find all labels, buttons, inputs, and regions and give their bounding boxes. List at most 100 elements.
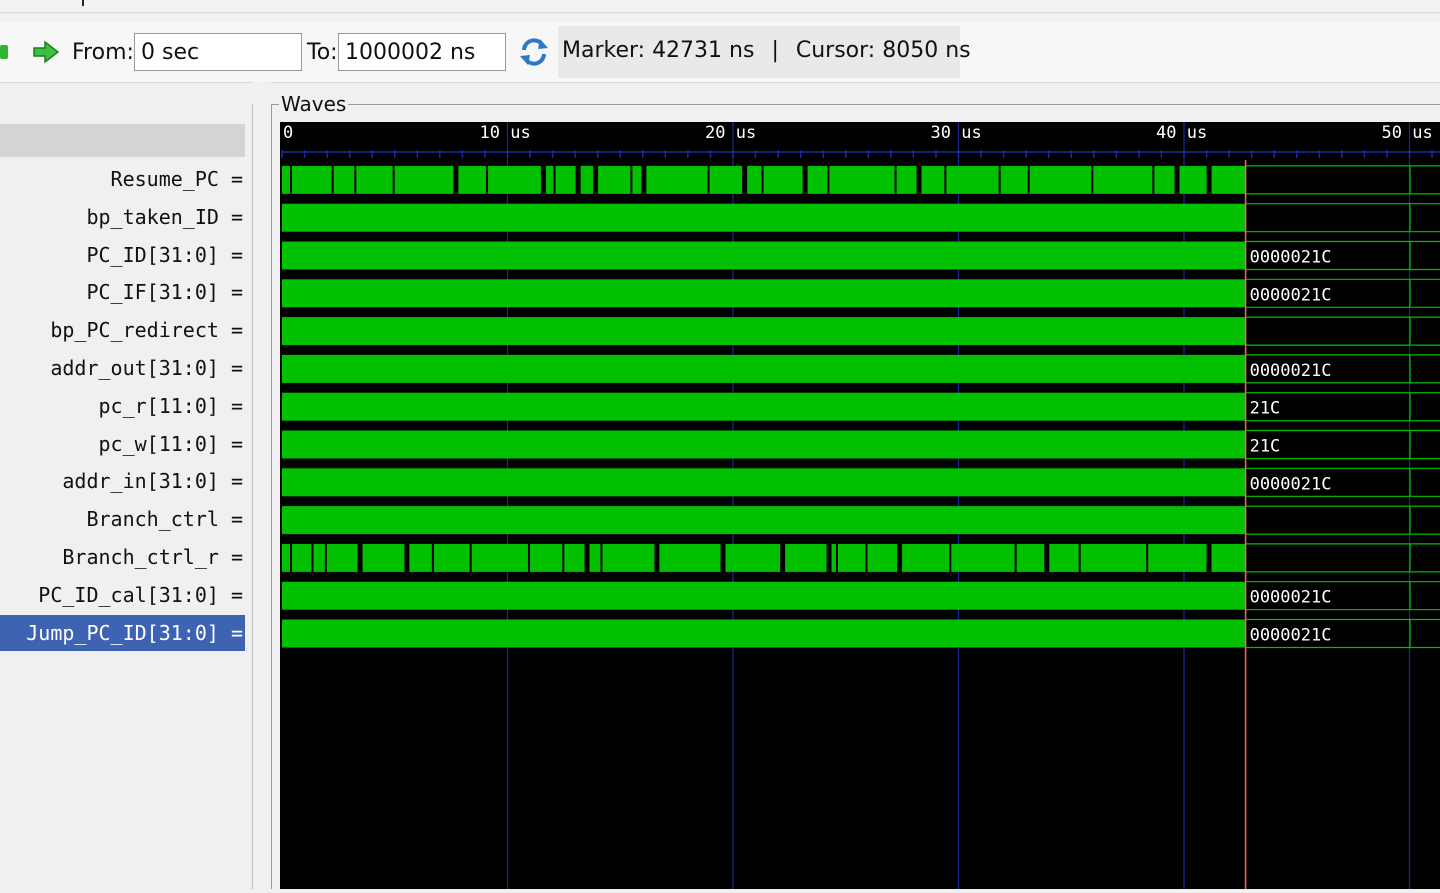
time-range-toolbar: From: 0 sec To: 1000002 ns Marker: 42731… — [0, 22, 1440, 83]
time-tick-label: 0 — [283, 123, 293, 143]
wave-transition — [897, 543, 903, 572]
signal-wave-bar — [282, 430, 1246, 459]
wave-transition — [593, 165, 599, 194]
signal-name[interactable]: addr_out[31:0] = — [0, 350, 245, 386]
signal-name[interactable]: pc_w[11:0] = — [0, 426, 245, 462]
wave-transition — [1152, 165, 1155, 194]
wave-transition — [453, 165, 459, 194]
signal-name[interactable]: Branch_ctrl = — [0, 501, 245, 537]
signal-wave-bar — [282, 543, 1246, 572]
time-tick-label: 40 us — [1156, 123, 1207, 143]
wave-transition — [1078, 543, 1081, 572]
wave-transition — [761, 165, 764, 194]
signal-wave-bar — [282, 619, 1246, 648]
time-tick-label: 30 us — [931, 123, 982, 143]
wave-transition — [641, 165, 647, 194]
green-square-icon[interactable] — [0, 45, 8, 59]
wave-transition — [1027, 165, 1030, 194]
signal-name[interactable]: PC_IF[31:0] = — [0, 274, 245, 310]
signal-wave-bar — [282, 241, 1246, 270]
marker-readout: Marker: 42731 ns — [562, 38, 755, 63]
signal-wave-bar — [282, 506, 1246, 535]
wave-transition — [324, 543, 327, 572]
wave-transition — [1206, 165, 1212, 194]
wave-transition — [1174, 165, 1180, 194]
wave-transition — [944, 165, 947, 194]
signal-name[interactable]: pc_r[11:0] = — [0, 388, 245, 424]
wave-transition — [835, 543, 838, 572]
wave-transition — [707, 165, 710, 194]
signal-wave-bar — [282, 203, 1246, 232]
wave-transition — [354, 165, 357, 194]
signal-value: 0000021C — [1250, 588, 1332, 608]
time-tick-label: 20 us — [705, 123, 756, 143]
wave-transition — [540, 165, 546, 194]
wave-transition — [916, 165, 922, 194]
signal-wave-bar — [282, 468, 1246, 497]
panel-splitter[interactable] — [253, 82, 271, 889]
signal-wave-bar — [282, 279, 1246, 308]
wave-transition — [404, 543, 410, 572]
refresh-icon[interactable] — [518, 36, 550, 68]
wave-transition — [553, 165, 556, 194]
marker-cursor-readout: Marker: 42731 ns | Cursor: 8050 ns — [558, 26, 971, 78]
signal-value: 0000021C — [1250, 474, 1332, 494]
wave-transition — [392, 165, 395, 194]
wave-transition — [802, 165, 808, 194]
wave-transition — [865, 543, 868, 572]
signal-value: 21C — [1250, 399, 1281, 419]
ruler-tick — [82, 0, 84, 6]
signal-name[interactable]: PC_ID_cal[31:0] = — [0, 577, 245, 613]
signal-wave-bar — [282, 165, 1246, 194]
waveform-canvas[interactable]: 0 10 us 20 us 30 us 40 us 50 us 0000021C 000002… — [280, 122, 1440, 889]
to-time-input[interactable]: 1000002 ns — [338, 33, 506, 71]
wave-transition — [357, 543, 363, 572]
wave-transition — [1091, 165, 1094, 194]
signal-name[interactable]: bp_taken_ID = — [0, 199, 245, 235]
signal-value: 0000021C — [1250, 248, 1332, 268]
signal-wave-bar — [282, 317, 1246, 346]
wave-transition — [527, 543, 530, 572]
signal-value: 0000021C — [1250, 626, 1332, 646]
wave-transition — [1146, 543, 1149, 572]
waveform-svg[interactable]: 0 10 us 20 us 30 us 40 us 50 us 0000021C 000002… — [280, 122, 1440, 889]
wave-transition — [894, 165, 897, 194]
signal-wave-bar — [282, 581, 1246, 610]
signal-name[interactable]: PC_ID[31:0] = — [0, 237, 245, 273]
wave-transition — [431, 543, 434, 572]
wave-transition — [311, 543, 314, 572]
wave-transition — [469, 543, 472, 572]
waves-title: Waves — [279, 90, 349, 118]
signal-name[interactable]: Branch_ctrl_r = — [0, 539, 245, 575]
wave-transition — [584, 543, 590, 572]
signal-wave-bar — [282, 392, 1246, 421]
wave-transition — [562, 543, 565, 572]
wave-transition — [630, 165, 633, 194]
wave-transition — [1206, 543, 1212, 572]
wave-transition — [1014, 543, 1017, 572]
cursor-readout: Cursor: 8050 ns — [795, 38, 971, 63]
wave-transition — [720, 543, 726, 572]
wave-transition — [290, 165, 292, 194]
signal-name[interactable]: bp_PC_redirect = — [0, 312, 245, 348]
wave-transition — [290, 543, 292, 572]
signal-name[interactable]: addr_in[31:0] = — [0, 463, 245, 499]
signal-name[interactable]: Resume_PC = — [0, 161, 245, 197]
wave-transition — [1044, 543, 1050, 572]
wave-transition — [949, 543, 952, 572]
window-top-strip — [0, 0, 1440, 13]
green-arrow-right-icon[interactable] — [32, 39, 60, 65]
from-time-input[interactable]: 0 sec — [134, 33, 302, 71]
wave-transition — [780, 543, 786, 572]
signal-wave-bar — [282, 354, 1246, 383]
wave-transition — [826, 543, 832, 572]
signal-name[interactable]: Jump_PC_ID[31:0] = — [0, 614, 245, 651]
wave-transition — [575, 165, 581, 194]
to-label: To: — [307, 40, 338, 65]
wave-transition — [742, 165, 748, 194]
wave-transition — [486, 165, 489, 194]
wave-transition — [654, 543, 660, 572]
time-tick-label: 50 us — [1382, 123, 1433, 143]
from-label: From: — [72, 40, 134, 65]
wave-transition — [331, 165, 334, 194]
